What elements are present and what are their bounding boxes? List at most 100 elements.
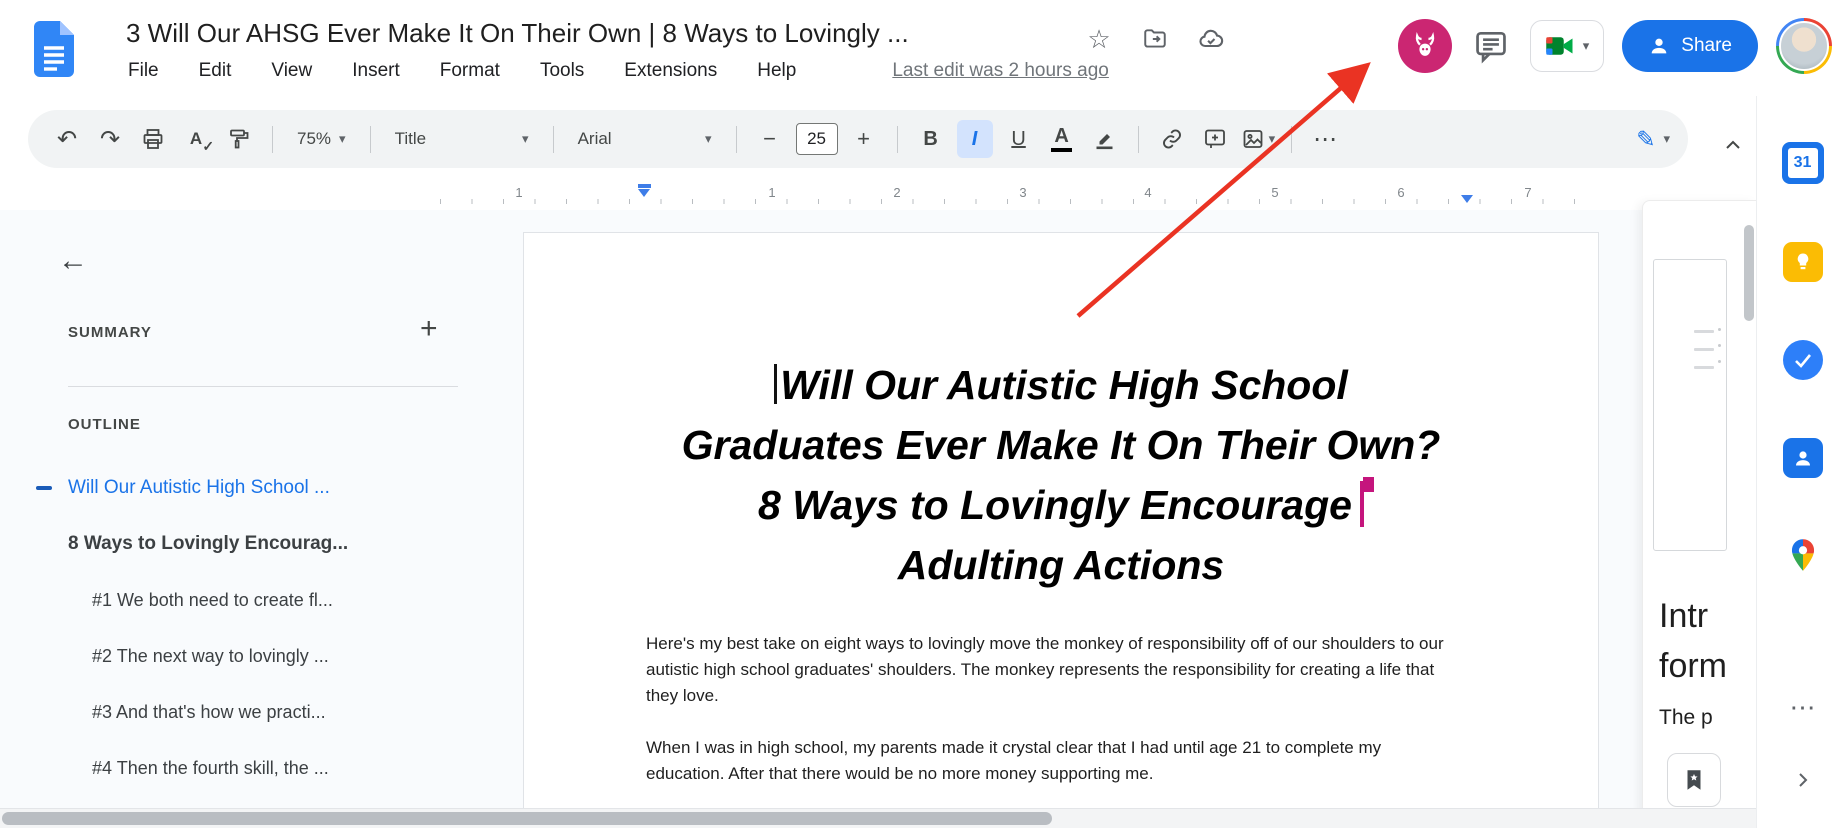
open-comments-button[interactable]: [1470, 25, 1512, 67]
font-dropdown[interactable]: Arial ▾: [570, 120, 720, 158]
star-button[interactable]: ☆: [1082, 22, 1116, 56]
calendar-button[interactable]: 31: [1781, 142, 1824, 184]
menu-file[interactable]: File: [128, 60, 159, 82]
highlight-color-button[interactable]: [1088, 120, 1122, 158]
menu-format[interactable]: Format: [440, 60, 500, 82]
insert-image-button[interactable]: ▾: [1241, 120, 1275, 158]
document-title[interactable]: 3 Will Our AHSG Ever Make It On Their Ow…: [126, 18, 909, 49]
spellcheck-icon: A ✓: [189, 129, 215, 154]
add-summary-button[interactable]: +: [420, 312, 438, 346]
docs-logo-icon[interactable]: [30, 20, 78, 78]
menu-edit[interactable]: Edit: [199, 60, 232, 82]
close-outline-button[interactable]: ←: [58, 244, 88, 278]
workspace-side-panel: 31 ⋯: [1756, 96, 1848, 828]
more-toolbar-button[interactable]: ⋯: [1308, 120, 1342, 158]
maps-button[interactable]: [1784, 536, 1822, 579]
outline-item[interactable]: 8 Ways to Lovingly Encourag...: [24, 516, 504, 572]
editing-mode-dropdown[interactable]: ✎ ▾: [1628, 120, 1678, 158]
font-size-input[interactable]: 25: [795, 123, 838, 155]
bookmark-button[interactable]: [1667, 753, 1721, 807]
outline-item[interactable]: Will Our Autistic High School ...: [24, 460, 504, 516]
bookmark-star-icon: [1687, 770, 1701, 790]
add-comment-button[interactable]: [1198, 120, 1232, 158]
left-indent-marker[interactable]: [638, 184, 651, 197]
bold-button[interactable]: B: [914, 120, 948, 158]
current-position-indicator: [36, 486, 52, 490]
tasks-icon: [1782, 340, 1823, 380]
image-icon: [1243, 130, 1262, 148]
last-edit-link[interactable]: Last edit was 2 hours ago: [892, 60, 1109, 82]
menu-view[interactable]: View: [271, 60, 312, 82]
heading-line[interactable]: Will Our Autistic High School: [524, 355, 1598, 415]
heading-line[interactable]: 8 Ways to Lovingly Encourage: [524, 475, 1598, 535]
horizontal-scrollbar[interactable]: [0, 808, 1756, 828]
print-button[interactable]: [136, 120, 170, 158]
text-color-button[interactable]: A: [1045, 120, 1079, 158]
paragraph[interactable]: Here's my best take on eight ways to lov…: [646, 631, 1458, 709]
scrollbar-thumb[interactable]: [1744, 225, 1754, 321]
outline-item[interactable]: #2 The next way to lovingly ...: [24, 628, 504, 684]
comments-icon: [1475, 31, 1506, 64]
ruler-number: 2: [893, 185, 901, 200]
outline-heading: OUTLINE: [68, 416, 141, 433]
show-side-panel-button[interactable]: [1791, 768, 1815, 797]
more-side-panel-button[interactable]: ⋯: [1790, 692, 1816, 723]
right-indent-marker[interactable]: [1461, 195, 1473, 203]
outline-item[interactable]: #1 We both need to create fl...: [24, 572, 504, 628]
summary-heading: SUMMARY: [68, 324, 152, 341]
italic-button[interactable]: I: [956, 120, 993, 158]
header-actions: ▾ Share: [1397, 18, 1832, 74]
move-to-folder-button[interactable]: [1138, 22, 1172, 56]
menu-insert[interactable]: Insert: [352, 60, 400, 82]
font-value: Arial: [577, 129, 612, 148]
redo-icon: ↷: [99, 125, 121, 153]
highlighter-icon: [1096, 134, 1113, 150]
underline-button[interactable]: U: [1002, 120, 1036, 158]
document-status-button[interactable]: [1194, 22, 1228, 56]
hide-menus-button[interactable]: [1712, 124, 1754, 166]
insert-link-button[interactable]: [1155, 120, 1189, 158]
outline-item[interactable]: #3 And that's how we practi...: [24, 684, 504, 740]
paragraph-style-dropdown[interactable]: Title ▾: [387, 120, 537, 158]
redo-button[interactable]: ↷: [93, 120, 127, 158]
menu-extensions[interactable]: Extensions: [624, 60, 717, 82]
keep-button[interactable]: [1782, 242, 1823, 282]
join-meet-button[interactable]: ▾: [1529, 20, 1605, 72]
paragraph[interactable]: When I was in high school, my parents ma…: [646, 735, 1458, 787]
menu-help[interactable]: Help: [757, 60, 796, 82]
style-caret-icon: ▾: [522, 131, 529, 146]
spellcheck-button[interactable]: A ✓: [179, 120, 215, 158]
contacts-button[interactable]: [1782, 438, 1823, 478]
outline-item-label: #1 We both need to create fl...: [92, 589, 333, 610]
heading-line[interactable]: Adulting Actions: [524, 535, 1598, 595]
print-icon: [143, 129, 163, 149]
preview-body-text: The p: [1659, 706, 1713, 729]
outline-list: Will Our Autistic High School ... 8 Ways…: [24, 460, 504, 796]
folder-move-icon: [1144, 29, 1166, 48]
tasks-button[interactable]: [1782, 340, 1823, 380]
document-body[interactable]: Here's my best take on eight ways to lov…: [646, 631, 1458, 787]
document-heading[interactable]: Will Our Autistic High School Graduates …: [524, 355, 1598, 595]
minus-icon: −: [763, 126, 776, 151]
undo-button[interactable]: ↶: [50, 120, 84, 158]
horizontal-ruler: 1 1 2 3 4 5 6 7: [0, 182, 1756, 208]
outline-item[interactable]: #4 Then the fourth skill, the ...: [24, 740, 504, 796]
contacts-icon: [1782, 438, 1823, 478]
zoom-dropdown[interactable]: 75% ▾: [289, 120, 354, 158]
scrollbar-thumb[interactable]: [2, 812, 1052, 825]
zoom-value: 75%: [297, 129, 332, 148]
document-page[interactable]: Will Our Autistic High School Graduates …: [523, 232, 1599, 808]
text-cursor: [774, 364, 778, 404]
collaborator-avatar[interactable]: [1397, 19, 1452, 73]
heading-line[interactable]: Graduates Ever Make It On Their Own?: [524, 415, 1598, 475]
preview-scrollbar[interactable]: [1744, 201, 1754, 815]
ruler-number: 4: [1144, 185, 1152, 200]
increase-font-size-button[interactable]: +: [847, 120, 881, 158]
menubar: File Edit View Insert Format Tools Exten…: [128, 60, 1109, 82]
share-button[interactable]: Share: [1622, 20, 1758, 72]
decrease-font-size-button[interactable]: −: [753, 120, 787, 158]
menu-tools[interactable]: Tools: [540, 60, 584, 82]
profile-avatar[interactable]: [1776, 18, 1832, 74]
paint-format-button[interactable]: [222, 120, 256, 158]
page-thumbnail[interactable]: [1653, 259, 1727, 551]
